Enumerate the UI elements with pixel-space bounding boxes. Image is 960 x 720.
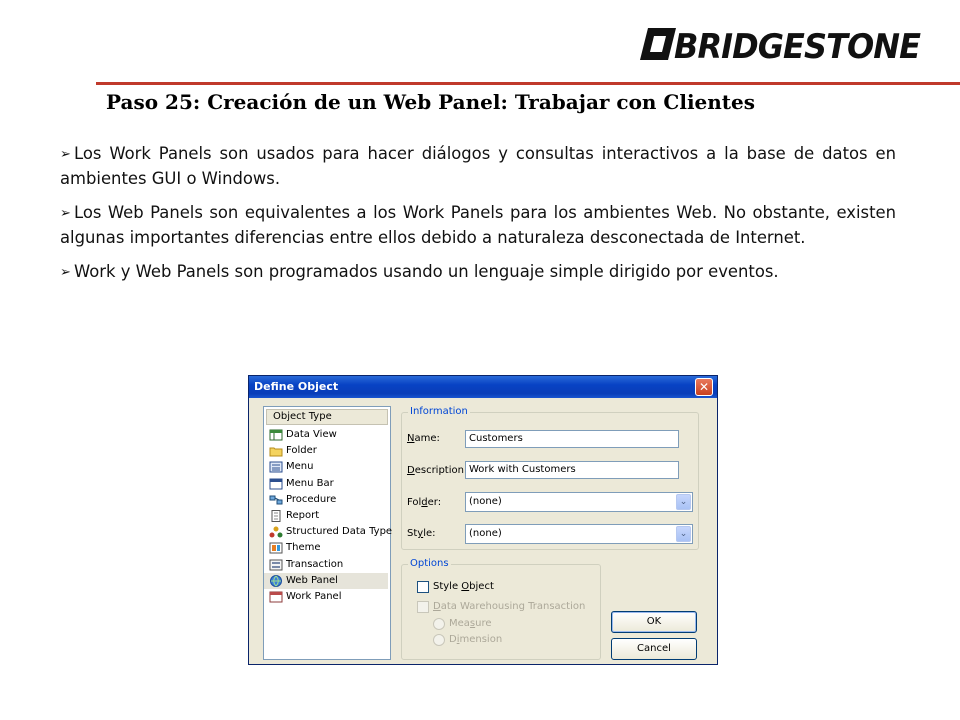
report-icon [271,509,281,522]
close-button[interactable]: ✕ [695,378,713,396]
folder-select[interactable]: (none) ⌄ [465,492,693,512]
measure-radio[interactable] [433,618,445,630]
list-item-label: Structured Data Type [286,526,393,538]
list-item-theme[interactable]: Theme [264,540,390,556]
list-item-menu-bar[interactable]: Menu Bar [264,476,390,492]
measure-label: Measure [449,618,492,629]
dimension-label: Dimension [449,634,503,645]
object-type-header[interactable]: Object Type [266,409,388,425]
bullet-list: ➢ Los Work Panels son usados para hacer d… [60,142,896,295]
options-legend: Options [408,558,451,569]
data-warehousing-label: Data Warehousing Transaction [433,601,586,612]
transaction-icon [269,559,283,570]
list-item-transaction[interactable]: Transaction [264,557,390,573]
folder-icon [269,447,283,457]
list-item-label: Work Panel [286,590,342,602]
define-object-dialog: Define Object ✕ Object Type Data View Fo… [248,375,718,665]
description-label: Description: [407,465,468,476]
chevron-down-icon[interactable]: ⌄ [676,494,691,510]
style-object-checkbox[interactable] [417,581,429,593]
structured-data-type-icon [269,526,283,538]
description-field[interactable]: Work with Customers [465,461,679,479]
bullet-item: ➢ Los Work Panels son usados para hacer d… [60,142,896,191]
list-item-structured-data-type[interactable]: Structured Data Type [264,524,393,540]
style-label: Style: [407,528,436,539]
style-select[interactable]: (none) ⌄ [465,524,693,544]
name-field[interactable]: Customers [465,430,679,448]
logo-wordmark: BRIDGESTONE [674,27,921,66]
arrow-bullet-icon: ➢ [60,265,71,280]
list-item-label: Procedure [286,493,337,505]
cancel-button[interactable]: Cancel [611,638,697,660]
bullet-item: ➢ Los Web Panels son equivalentes a los W… [60,201,896,250]
list-item-work-panel[interactable]: Work Panel [264,589,390,605]
list-item-folder[interactable]: Folder [264,443,390,459]
bullet-item: ➢ Work y Web Panels son programados usand… [60,260,896,285]
folder-select-value: (none) [469,496,502,507]
options-group: Options [401,558,601,660]
list-item-label: Menu [286,461,314,473]
bullet-text: Los Web Panels son equivalentes a los Wo… [60,203,896,247]
list-item-web-panel[interactable]: Web Panel [264,572,388,589]
folder-label: Folder: [407,497,442,508]
ok-button[interactable]: OK [611,611,697,633]
arrow-bullet-icon: ➢ [60,206,71,221]
menu-bar-icon [269,478,283,490]
web-panel-icon [270,574,282,587]
list-item-label: Data View [286,429,337,440]
style-object-label: Style Object [433,581,494,592]
list-item-report[interactable]: Report [264,508,390,524]
bridgestone-logo: BRIDGESTONE [640,27,922,66]
style-select-value: (none) [469,528,502,539]
dimension-radio[interactable] [433,634,445,646]
object-type-list[interactable]: Object Type Data View Folder Menu Menu B… [263,406,393,660]
list-item-label: Folder [286,445,317,457]
information-legend: Information [408,406,470,417]
header-rule [96,82,960,85]
work-panel-icon [269,591,283,603]
close-icon: ✕ [698,380,710,394]
list-item-label: Report [286,509,320,521]
procedure-icon [269,495,283,505]
list-item-data-view[interactable]: Data View [264,427,390,443]
dialog-titlebar[interactable]: Define Object ✕ [249,376,717,398]
chevron-down-icon[interactable]: ⌄ [676,526,691,542]
list-item-label: Transaction [286,558,344,570]
arrow-bullet-icon: ➢ [60,147,71,162]
data-view-icon [269,429,283,441]
list-item-procedure[interactable]: Procedure [264,492,390,508]
list-item-menu[interactable]: Menu [264,459,390,475]
list-item-label: Web Panel [286,574,338,586]
dialog-title: Define Object [254,380,339,393]
menu-icon [269,461,283,473]
bullet-text: Work y Web Panels son programados usando… [74,262,779,281]
name-label: Name: [407,433,440,444]
theme-icon [269,542,283,554]
slide-title: Paso 25: Creación de un Web Panel: Traba… [106,90,756,114]
list-item-label: Theme [286,542,321,554]
list-item-label: Menu Bar [286,477,334,489]
data-warehousing-checkbox[interactable] [417,601,429,613]
bullet-text: Los Work Panels son usados para hacer di… [60,144,896,188]
